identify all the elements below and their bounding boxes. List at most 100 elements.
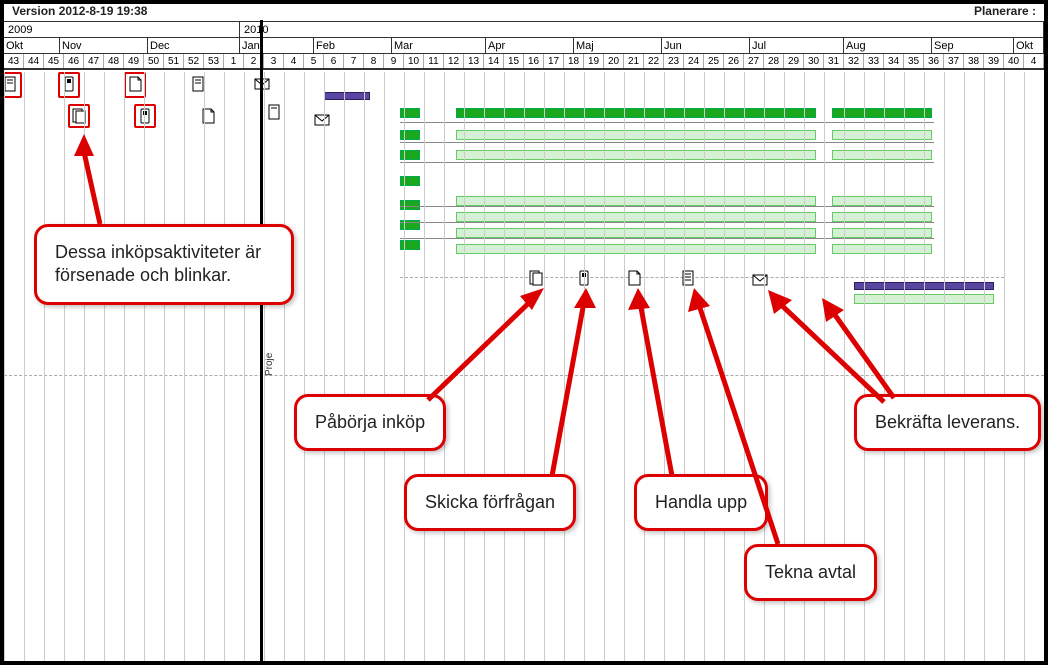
month-cell: Jul [750,38,844,53]
week-cell[interactable]: 34 [884,54,904,68]
bar-lg-6b[interactable] [832,244,932,254]
week-cell[interactable]: 45 [44,54,64,68]
week-cell[interactable]: 30 [804,54,824,68]
week-cell[interactable]: 13 [464,54,484,68]
week-cell[interactable]: 7 [344,54,364,68]
week-cell[interactable]: 29 [784,54,804,68]
week-cell[interactable]: 37 [944,54,964,68]
bar-lg-6[interactable] [456,244,816,254]
week-cell[interactable]: 14 [484,54,504,68]
week-cell[interactable]: 43 [4,54,24,68]
gridline [224,72,225,661]
gridline [524,72,525,661]
page-icon[interactable] [127,76,143,92]
week-cell[interactable]: 26 [724,54,744,68]
gridline [104,72,105,661]
bar-lg-1b[interactable] [832,130,932,140]
week-cell[interactable]: 38 [964,54,984,68]
hline [400,222,934,223]
bar-green-header-1[interactable] [456,108,816,118]
week-cell[interactable]: 35 [904,54,924,68]
week-cell[interactable]: 28 [764,54,784,68]
week-cell[interactable]: 48 [104,54,124,68]
bar-lg-3b[interactable] [832,196,932,206]
week-cell[interactable]: 11 [424,54,444,68]
month-cell: Feb [314,38,392,53]
week-cell[interactable]: 19 [584,54,604,68]
envelope-icon[interactable] [314,112,330,128]
week-cell[interactable]: 51 [164,54,184,68]
week-cell[interactable]: 9 [384,54,404,68]
gridline [324,72,325,661]
bar-lg-5b[interactable] [832,228,932,238]
bar-green-chip-2[interactable] [400,130,420,140]
bar-green-header-2[interactable] [832,108,932,118]
week-cell[interactable]: 39 [984,54,1004,68]
gridline [344,72,345,661]
week-cell[interactable]: 4 [284,54,304,68]
bar-lg-3[interactable] [456,196,816,206]
page-icon[interactable] [200,108,216,124]
week-cell[interactable]: 12 [444,54,464,68]
week-cell[interactable]: 15 [504,54,524,68]
bar-lg-2[interactable] [456,150,816,160]
week-cell[interactable]: 36 [924,54,944,68]
week-cell[interactable]: 22 [644,54,664,68]
bar-lg-4[interactable] [456,212,816,222]
bar-lg-5[interactable] [456,228,816,238]
week-cell[interactable]: 44 [24,54,44,68]
month-cell: Aug [844,38,932,53]
week-cell[interactable]: 20 [604,54,624,68]
week-cell[interactable]: 46 [64,54,84,68]
week-cell[interactable]: 40 [1004,54,1024,68]
week-cell[interactable]: 17 [544,54,564,68]
bar-green-chip-7[interactable] [400,240,420,250]
month-cell: Sep [932,38,1014,53]
document-icon[interactable] [528,270,544,286]
bar-green-chip-4[interactable] [400,176,420,186]
bar-lg-2b[interactable] [832,150,932,160]
form-icon[interactable] [266,104,282,120]
week-cell[interactable]: 18 [564,54,584,68]
envelope-icon[interactable] [752,272,768,288]
gridline [644,72,645,661]
week-cell[interactable]: 16 [524,54,544,68]
gantt-grid[interactable]: Proje [4,72,1044,661]
gantt-frame: Version 2012-8-19 19:38 Planerare : 2009… [0,0,1048,665]
week-cell[interactable]: 50 [144,54,164,68]
bar-lg-4b[interactable] [832,212,932,222]
week-cell[interactable]: 53 [204,54,224,68]
gridline [484,72,485,661]
phone-icon[interactable] [137,108,153,124]
callout-confirm: Bekräfta leverans. [854,394,1041,451]
week-cell[interactable]: 10 [404,54,424,68]
gridline [24,72,25,661]
week-cell[interactable]: 24 [684,54,704,68]
week-cell[interactable]: 5 [304,54,324,68]
week-cell[interactable]: 21 [624,54,644,68]
week-cell[interactable]: 6 [324,54,344,68]
week-cell[interactable]: 47 [84,54,104,68]
week-cell[interactable]: 1 [224,54,244,68]
week-cell[interactable]: 32 [844,54,864,68]
week-cell[interactable]: 4 [1024,54,1044,68]
week-cell[interactable]: 49 [124,54,144,68]
bar-green-chip-5[interactable] [400,200,420,210]
form-icon[interactable] [680,270,696,286]
week-cell[interactable]: 25 [704,54,724,68]
bar-green-chip-3[interactable] [400,150,420,160]
week-cell[interactable]: 31 [824,54,844,68]
week-cell[interactable]: 8 [364,54,384,68]
gridline [984,72,985,661]
week-cell[interactable]: 3 [264,54,284,68]
page-icon[interactable] [626,270,642,286]
week-cell[interactable]: 33 [864,54,884,68]
week-cell[interactable]: 23 [664,54,684,68]
month-cell: Dec [148,38,240,53]
week-cell[interactable]: 27 [744,54,764,68]
week-cell[interactable]: 52 [184,54,204,68]
month-cell: Apr [486,38,574,53]
bar-lg-1[interactable] [456,130,816,140]
gridline [584,72,585,661]
bar-green-chip-1[interactable] [400,108,420,118]
